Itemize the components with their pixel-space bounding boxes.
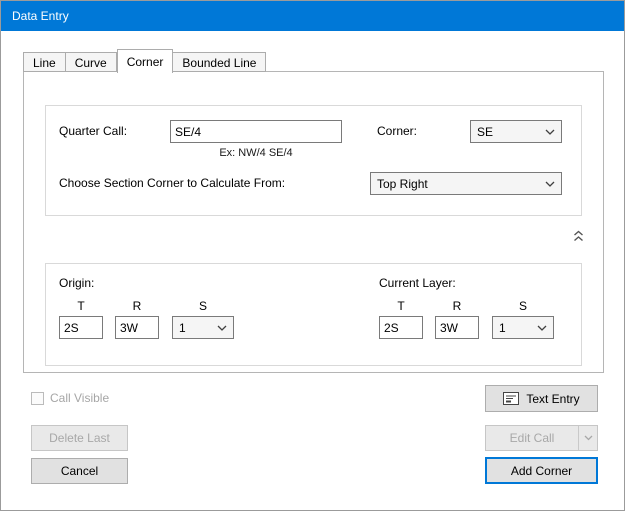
section-corner-dropdown[interactable]: Top Right [370,172,562,195]
call-visible-label: Call Visible [50,391,110,405]
origin-col-s: S [198,299,207,313]
add-corner-label: Add Corner [510,463,573,478]
checkbox-box-icon [31,391,44,405]
cancel-button[interactable]: Cancel [31,458,128,484]
corner-dropdown[interactable]: SE [470,120,562,143]
current-layer-col-r: R [452,299,462,313]
section-corner-label: Choose Section Corner to Calculate From: [59,176,286,190]
chevron-down-icon[interactable] [578,426,597,450]
origin-range-input[interactable] [115,316,159,339]
chevron-down-icon [217,325,227,331]
add-corner-button[interactable]: Add Corner [485,457,598,484]
origin-col-t: T [77,299,85,313]
tab-strip: Line Curve Corner Bounded Line [23,48,267,73]
collapse-panel-button[interactable] [568,227,588,244]
cancel-label: Cancel [60,464,99,478]
section-corner-dropdown-value: Top Right [377,176,428,191]
origin-section-dropdown[interactable]: 1 [172,316,234,339]
current-layer-col-s: S [518,299,527,313]
text-entry-icon [503,392,520,405]
tab-line[interactable]: Line [23,52,66,72]
corner-label: Corner: [377,124,418,138]
current-layer-label: Current Layer: [379,276,456,290]
current-layer-section-dropdown-value: 1 [499,320,506,335]
quarter-call-hint: Ex: NW/4 SE/4 [219,147,293,159]
data-entry-dialog: Data Entry Line Curve Corner Bounded Lin… [0,0,625,511]
quarter-call-input[interactable] [170,120,342,143]
call-entry-group: Quarter Call: Ex: NW/4 SE/4 Corner: SE C… [45,105,582,216]
origin-col-r: R [132,299,142,313]
current-layer-col-t: T [397,299,405,313]
corner-tab-page: Quarter Call: Ex: NW/4 SE/4 Corner: SE C… [23,71,604,373]
chevron-down-icon [545,181,555,187]
window-title: Data Entry [12,9,69,23]
quarter-call-label: Quarter Call: [59,124,128,138]
delete-last-button[interactable]: Delete Last [31,425,128,451]
titlebar[interactable]: Data Entry [1,1,624,31]
origin-label: Origin: [59,276,95,290]
current-layer-township-input[interactable] [379,316,423,339]
corner-dropdown-value: SE [477,124,494,139]
chevron-down-icon [537,325,547,331]
tab-curve[interactable]: Curve [65,52,117,72]
edit-call-label: Edit Call [509,431,555,445]
current-layer-section-dropdown[interactable]: 1 [492,316,554,339]
chevron-down-icon [545,129,555,135]
text-entry-button[interactable]: Text Entry [485,385,598,412]
delete-last-label: Delete Last [49,431,110,445]
current-layer-range-input[interactable] [435,316,479,339]
township-range-group: Origin: T R S 1 Current Layer: T R S 1 [45,263,582,366]
call-visible-checkbox[interactable]: Call Visible [31,391,109,405]
tab-corner[interactable]: Corner [116,49,174,73]
chevron-double-up-icon [573,230,583,241]
edit-call-button[interactable]: Edit Call [485,425,598,451]
origin-township-input[interactable] [59,316,103,339]
text-entry-label: Text Entry [526,391,580,406]
tab-bounded-line[interactable]: Bounded Line [173,52,267,72]
origin-section-dropdown-value: 1 [179,320,186,335]
